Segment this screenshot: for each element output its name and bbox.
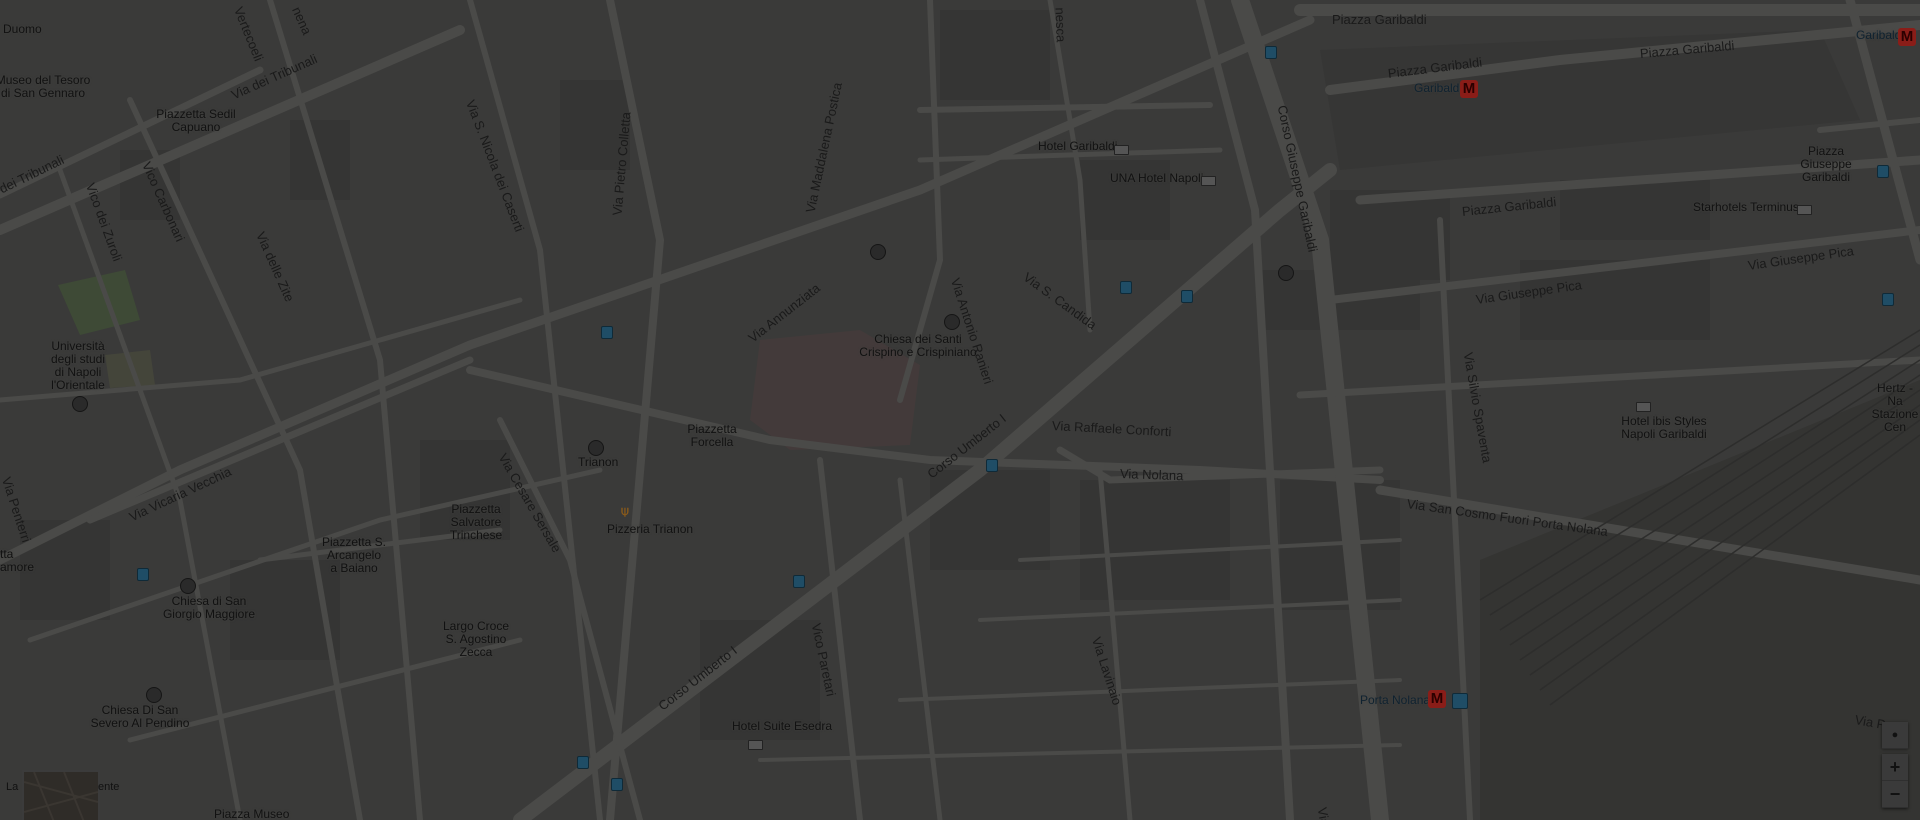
tram-icon-porta-nolana[interactable] [1452,693,1468,709]
satellite-toggle[interactable] [22,770,100,820]
hotel-icon[interactable] [1114,145,1129,155]
label-museo-tesoro: Museo del Tesoro di San Gennaro [0,73,91,100]
bus-stop-icon[interactable] [611,778,623,791]
bus-stop-icon[interactable] [577,756,589,769]
label-garibaldi-metro: Garibaldi [1414,81,1463,95]
label-piazzetta-salvatore: Piazzetta Salvatore Trinchese [449,502,503,542]
label-universita: Università degli studi di Napoli l'Orien… [50,339,106,392]
metro-icon-porta-nolana[interactable]: M [1428,690,1446,708]
label-hotel-esedra: Hotel Suite Esedra [732,719,833,733]
locate-icon: ● [1882,722,1908,749]
bus-stop-icon[interactable] [986,459,998,472]
map-canvas[interactable]: Duomo Museo del Tesoro di San Gennaro Pi… [0,0,1920,820]
my-location-button[interactable]: ● [1882,722,1908,749]
hotel-icon[interactable] [748,740,763,750]
bus-stop-icon[interactable] [1265,46,1277,59]
label-piazzetta-arcangelo: Piazzetta S. Arcangelo a Baiano [321,535,387,575]
zoom-control: + − [1882,754,1908,808]
label-chiesa-crispino: Chiesa dei Santi Crispino e Crispiniano [859,332,977,359]
hotel-icon[interactable] [1636,402,1651,412]
bus-stop-icon[interactable] [137,568,149,581]
label-pizzeria-trianon: Pizzeria Trianon [607,522,694,536]
metro-icon-garibaldi[interactable]: M [1460,80,1478,98]
street-nesca: nesca [1052,7,1069,43]
label-duomo: Duomo [3,22,42,36]
bus-stop-icon[interactable] [1882,293,1894,306]
zoom-out-button[interactable]: − [1882,781,1908,808]
map-base-layer [0,0,1920,820]
university-icon[interactable] [72,396,88,412]
minimap-label-left: La [6,781,19,793]
bus-stop-icon[interactable] [793,575,805,588]
hotel-icon[interactable] [1201,176,1216,186]
label-porta-nolana: Porta Nolana [1360,693,1431,707]
bus-stop-icon[interactable] [1120,281,1132,294]
satellite-thumbnail-icon [24,772,98,820]
church-icon[interactable] [180,578,196,594]
label-chiesa-severo: Chiesa Di San Severo Al Pendino [90,703,190,730]
bus-stop-icon[interactable] [1877,165,1889,178]
minimap-label-right: ente [98,781,120,793]
street-via-nolana: Via Nolana [1119,466,1184,484]
label-partial-amore: tta amore [0,547,35,574]
label-starhotels: Starhotels Terminus [1693,200,1799,214]
label-hotel-garibaldi: Hotel Garibaldi [1038,139,1118,153]
label-hotel-ibis: Hotel ibis Styles Napoli Garibaldi [1621,414,1707,441]
label-hertz: Hertz - Na Stazione Cen [1871,381,1919,434]
zoom-in-button[interactable]: + [1882,754,1908,781]
bus-stop-icon[interactable] [601,326,613,339]
street-piazza-garibaldi-1: Piazza Garibaldi [1332,12,1427,27]
label-piazza-giuseppe-garibaldi: Piazza Giuseppe Garibaldi [1800,144,1852,184]
label-trianon: Trianon [578,455,619,469]
label-piazzetta-forcella: Piazzetta Forcella [687,422,737,449]
restaurant-icon[interactable]: ⍦ [621,505,629,518]
label-largo-croce: Largo Croce S. Agostino Zecca [442,619,510,659]
label-una-hotel: UNA Hotel Napoli [1110,171,1204,185]
camera-icon[interactable] [870,244,886,260]
church-icon[interactable] [944,314,960,330]
camera-icon[interactable] [1278,265,1294,281]
theater-icon[interactable] [588,440,604,456]
label-piazzetta-sedil: Piazzetta Sedil Capuano [156,107,236,134]
hotel-icon[interactable] [1797,205,1812,215]
label-piazza-museo: Piazza Museo [214,807,290,820]
metro-icon-garibaldi-east[interactable]: M [1898,28,1916,46]
church-icon[interactable] [146,687,162,703]
label-chiesa-giorgio: Chiesa di San Giorgio Maggiore [162,594,256,621]
bus-stop-icon[interactable] [1181,290,1193,303]
label-garibaldi-metro-2: Garibaldi [1856,28,1905,42]
